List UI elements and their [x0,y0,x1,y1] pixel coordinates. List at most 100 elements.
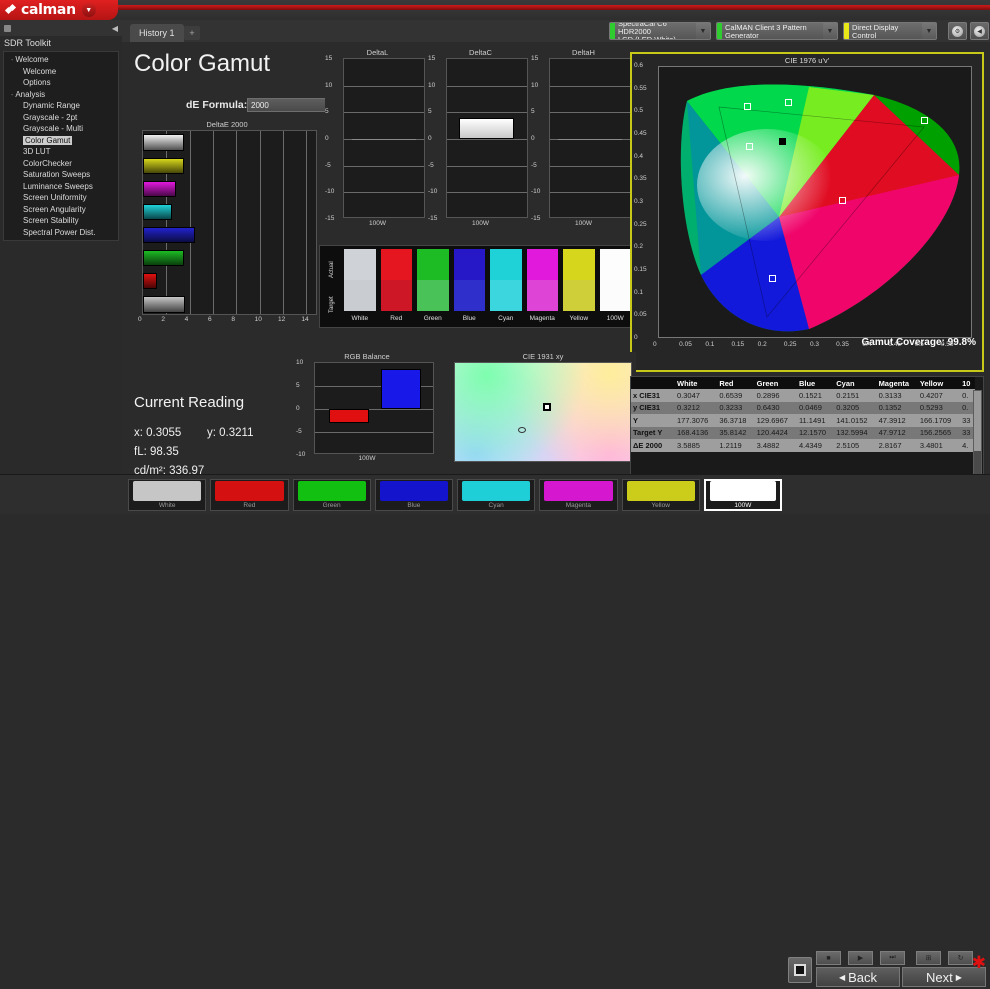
swatch-actual [490,249,522,280]
chart-title: DeltaL [366,48,389,57]
column-header[interactable]: Magenta [876,377,918,389]
table-row[interactable]: Y 177.3076 36.3718 129.6967 11.1491 141.0152 4… [631,414,975,427]
delta-l-plot-area [343,58,425,218]
target-label: Target [329,296,335,313]
cie-1976-plot-area[interactable] [658,66,972,338]
pattern-source-dropdown[interactable]: CalMAN Client 3 Pattern Generator ▼ [716,22,838,40]
refresh-button[interactable]: ↻ [948,951,973,965]
table-row[interactable]: y CIE31 0.3212 0.3233 0.6430 0.0469 0.3205 0.1… [631,401,975,414]
chevron-down-icon[interactable]: ▼ [823,23,837,39]
table-cell: 3.5885 [675,439,718,452]
table-row[interactable]: Target Y 168.4136 35.8142 120.4424 12.1570 13… [631,426,975,439]
settings-button[interactable]: ⚙ [948,22,967,40]
chart-title: DeltaH [572,48,595,57]
y-tick-label: -10 [325,188,335,196]
sidebar-item-welcome[interactable]: Welcome [4,67,118,79]
y-tick-label: 0.25 [634,220,647,228]
bottom-swatch-100w[interactable]: 100W [703,479,782,511]
sidebar-menu-icon[interactable] [4,24,11,32]
table-row[interactable]: x CIE31 0.3047 0.6539 0.2896 0.1521 0.2151 0.3… [631,389,975,402]
marker-red [921,117,928,124]
sidebar-item-screen-stability[interactable]: Screen Stability [4,216,118,228]
display-control-dropdown[interactable]: Direct Display Control ▼ [843,22,937,40]
x-tick-label: 0.1 [705,341,715,348]
column-header[interactable]: Yellow [917,377,961,389]
grid-button[interactable]: ⊞ [916,951,941,965]
column-header[interactable]: Cyan [834,377,877,389]
stop-button[interactable]: ■ [816,951,841,965]
sidebar-item-3d-lut[interactable]: 3D LUT [4,147,118,159]
title-accent-strip [118,5,990,10]
record-star-icon[interactable]: ✱ [972,953,986,973]
y-tick-label: 0.55 [634,84,647,92]
stop-target-button[interactable] [788,957,812,983]
bottom-swatch-white[interactable]: White [128,479,207,511]
x-tick-label: 10 [254,316,262,323]
sidebar-item-grayscale-2pt[interactable]: Grayscale - 2pt [4,113,118,125]
sidebar-item-label: 3D LUT [23,147,51,156]
chevron-down-icon[interactable]: ▼ [696,23,710,39]
delta-h-plot-area [549,58,631,218]
chevron-down-icon[interactable]: ▼ [922,23,936,39]
sidebar-item-saturation-sweeps[interactable]: Saturation Sweeps [4,170,118,182]
rgb-balance-title: RGB Balance [344,352,390,361]
column-header[interactable]: Blue [796,377,835,389]
sidebar-item-spectral-power-dist[interactable]: Spectral Power Dist. [4,228,118,240]
column-header[interactable]: Red [717,377,755,389]
tree-twisty-icon[interactable]: - [11,92,13,99]
column-header[interactable]: White [675,377,718,389]
sidebar-item-luminance-sweeps[interactable]: Luminance Sweeps [4,182,118,194]
bottom-swatch-red[interactable]: Red [210,479,289,511]
collapse-icon[interactable]: ◀ [112,24,118,33]
cie-1931-plot-area[interactable] [454,362,632,462]
column-header[interactable]: Green [754,377,797,389]
swatch-target [453,280,485,311]
sidebar-item-dynamic-range[interactable]: Dynamic Range [4,101,118,113]
skip-button[interactable]: ⏭ [880,951,905,965]
scrollbar-thumb[interactable] [974,391,981,451]
play-button[interactable]: ▶ [848,951,873,965]
app-logo[interactable]: calman ▼ [0,0,118,20]
add-tab-button[interactable]: + [184,26,200,40]
bottom-swatch-blue[interactable]: Blue [374,479,453,511]
chevron-down-icon[interactable]: ▼ [81,3,96,17]
marker-white-point [779,138,786,145]
table-vertical-scrollbar[interactable] [973,390,982,484]
gridline [447,165,527,167]
bottom-swatch-cyan[interactable]: Cyan [457,479,536,511]
table-cell: 0.5293 [917,401,961,414]
meter-line-1: SpectraCal C6 HDR2000 [618,22,667,36]
bottom-swatch-green[interactable]: Green [292,479,371,511]
sidebar-item-screen-uniformity[interactable]: Screen Uniformity [4,193,118,205]
zero-line [558,139,622,140]
delta-e-bar [143,157,184,174]
column-header[interactable]: 10 [960,377,975,389]
tab-history-1[interactable]: History 1 [130,24,184,42]
sidebar-item-analysis[interactable]: - Analysis [4,90,118,102]
display-line-1: Direct Display Control [852,22,899,40]
x-axis-caption: 100W [575,220,592,227]
y-tick-label: 0.05 [634,311,647,319]
row-label: y CIE31 [631,401,675,414]
sidebar-item-welcome[interactable]: - Welcome [4,55,118,67]
swatch-target [526,280,558,311]
meter-dropdown[interactable]: SpectraCal C6 HDR2000 LCD (LED White) ▼ [609,22,711,40]
next-label: Next [926,969,953,985]
swatch-target [344,280,376,311]
back-button[interactable]: ◀ Back [816,967,900,987]
sidebar-item-options[interactable]: Options [4,78,118,90]
table-row[interactable]: ΔE 2000 3.5885 1.2119 3.4882 4.4349 2.5105 2.8… [631,439,975,452]
sidebar-item-color-gamut[interactable]: Color Gamut [4,135,118,148]
bottom-swatch-yellow[interactable]: Yellow [621,479,700,511]
sidebar-item-screen-angularity[interactable]: Screen Angularity [4,205,118,217]
bottom-swatch-magenta[interactable]: Magenta [539,479,618,511]
sidebar-item-colorchecker[interactable]: ColorChecker [4,159,118,171]
gridline [550,165,630,167]
back-nav-button[interactable]: ◀ [970,22,989,40]
gridline [306,131,308,314]
tree-twisty-icon[interactable]: - [11,57,13,64]
sidebar-item-label: Spectral Power Dist. [23,227,96,237]
column-header[interactable] [631,377,675,389]
left-arrow-icon: ◀ [838,972,846,982]
sidebar-item-grayscale-multi[interactable]: Grayscale - Multi [4,124,118,136]
